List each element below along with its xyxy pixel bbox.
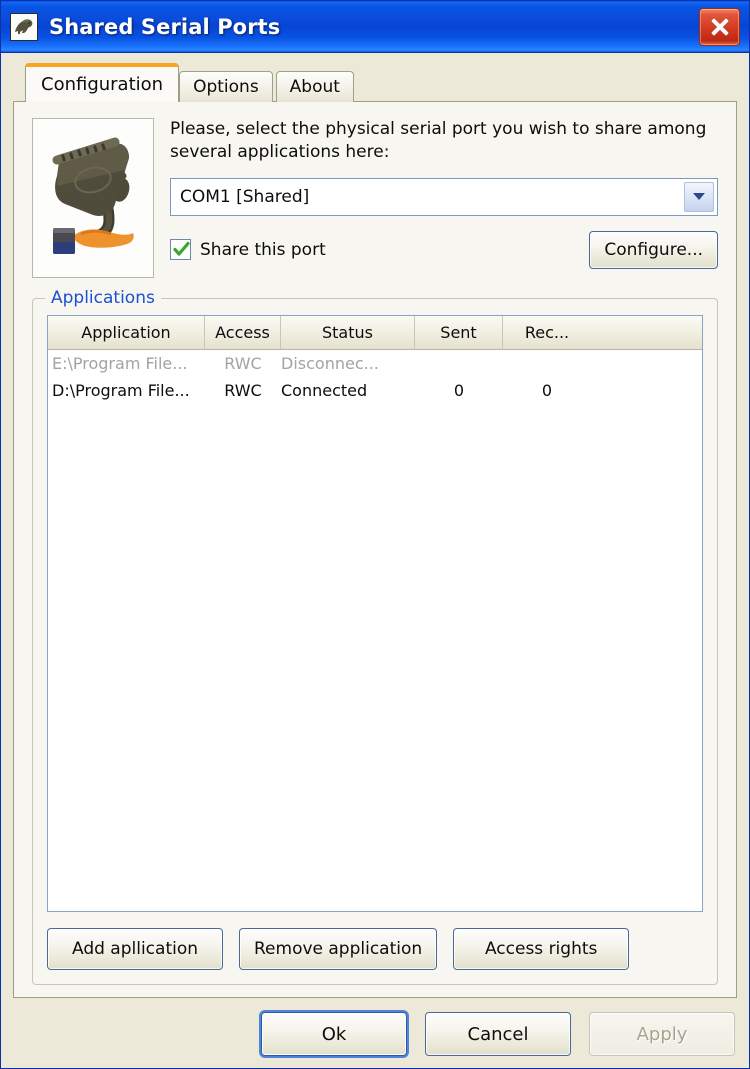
cancel-button[interactable]: Cancel (425, 1012, 571, 1056)
add-application-button[interactable]: Add apllication (47, 928, 223, 970)
access-rights-button[interactable]: Access rights (453, 928, 630, 970)
tab-about-label: About (289, 77, 340, 97)
cell-status: Disconnec... (281, 354, 379, 373)
instruction-text: Please, select the physical serial port … (170, 119, 707, 163)
close-icon[interactable] (699, 7, 740, 46)
list-header: Application Access Status Sent Rec... (48, 316, 702, 350)
applications-group: Applications Application Access Status S… (32, 288, 718, 985)
apply-button: Apply (589, 1012, 735, 1056)
port-controls: Please, select the physical serial port … (170, 118, 718, 278)
tab-options[interactable]: Options (179, 71, 273, 102)
cell-rec: 0 (541, 381, 553, 400)
dialog-body: Configuration Options About Please, sele… (1, 53, 749, 1068)
cell-status: Connected (281, 381, 368, 400)
column-header-access[interactable]: Access (205, 316, 281, 349)
port-select[interactable]: COM1 [Shared] (170, 177, 718, 216)
cell-access: RWC (224, 381, 262, 400)
column-header-rec[interactable]: Rec... (503, 316, 591, 349)
table-row[interactable]: E:\Program File... RWC Disconnec... (48, 350, 702, 377)
ok-button[interactable]: Ok (261, 1012, 407, 1056)
list-body: E:\Program File... RWC Disconnec... D:\P… (48, 350, 702, 911)
cell-application: E:\Program File... (52, 354, 188, 373)
column-header-sent[interactable]: Sent (415, 316, 503, 349)
share-this-port-label: Share this port (200, 239, 326, 260)
share-this-port-checkbox[interactable] (170, 239, 191, 261)
dialog-footer: Ok Cancel Apply (13, 998, 737, 1056)
tab-panel-configuration: Please, select the physical serial port … (13, 101, 737, 998)
tab-about[interactable]: About (275, 71, 354, 102)
chevron-down-icon[interactable] (684, 181, 714, 212)
cell-application: D:\Program File... (52, 381, 190, 400)
column-header-status[interactable]: Status (281, 316, 415, 349)
remove-application-button[interactable]: Remove application (239, 928, 438, 970)
tab-options-label: Options (193, 77, 259, 97)
title-bar[interactable]: Shared Serial Ports (1, 1, 749, 53)
serial-port-connector-icon (32, 118, 154, 278)
cell-sent: 0 (453, 381, 465, 400)
configure-button[interactable]: Configure... (589, 230, 718, 269)
column-header-application[interactable]: Application (48, 316, 205, 349)
tab-configuration[interactable]: Configuration (25, 63, 180, 103)
window-title: Shared Serial Ports (49, 14, 281, 39)
applications-actions: Add apllication Remove application Acces… (47, 928, 703, 970)
applications-group-legend: Applications (45, 288, 161, 308)
tab-configuration-label: Configuration (41, 74, 164, 95)
port-select-value: COM1 [Shared] (180, 186, 310, 207)
port-selection-section: Please, select the physical serial port … (32, 118, 718, 278)
app-icon (10, 12, 38, 41)
share-row: Share this port Configure... (170, 230, 718, 270)
table-row[interactable]: D:\Program File... RWC Connected 0 0 (48, 377, 702, 404)
applications-list[interactable]: Application Access Status Sent Rec... E:… (47, 315, 703, 912)
dialog-window: Shared Serial Ports Configuration Option… (0, 0, 750, 1069)
cell-access: RWC (224, 354, 262, 373)
tab-strip: Configuration Options About (13, 63, 737, 103)
